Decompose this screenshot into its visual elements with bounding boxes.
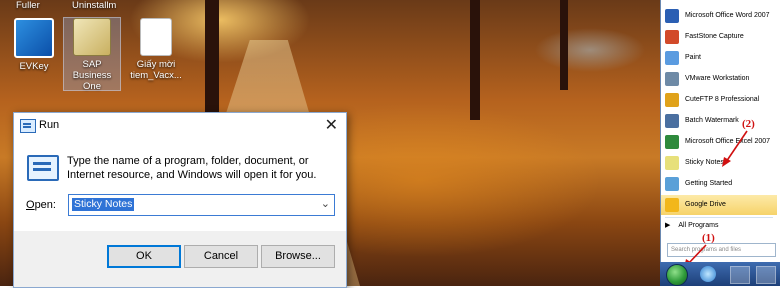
desktop-icon-label: Giấy mời tiem_Vacx... — [130, 59, 182, 81]
start-menu-item-label: Google Drive — [685, 201, 726, 208]
evkey-icon — [14, 18, 54, 58]
desktop-icon-sap-business-one[interactable]: SAP Business One — [63, 17, 121, 92]
all-programs-label: All Programs — [678, 222, 719, 229]
taskbar-app-icon[interactable] — [756, 266, 776, 284]
start-menu-item-vmware[interactable]: VMware Workstation — [661, 69, 777, 89]
internet-explorer-icon[interactable] — [700, 266, 716, 282]
document-icon — [140, 18, 172, 56]
getting-started-icon — [665, 177, 679, 191]
faststone-icon — [665, 30, 679, 44]
wallpaper-tree — [470, 0, 480, 120]
start-menu-item-label: Paint — [685, 54, 701, 61]
excel-icon — [665, 135, 679, 149]
open-label: Open: — [26, 199, 56, 211]
run-title: Run — [39, 119, 60, 131]
all-programs-button[interactable]: ▶ All Programs — [665, 221, 718, 229]
start-menu-item-sticky-notes[interactable]: Sticky Notes — [661, 153, 777, 173]
run-description: Type the name of a program, folder, docu… — [67, 155, 317, 181]
taskbar — [660, 262, 780, 286]
run-icon — [20, 119, 36, 133]
open-label-mnemonic: O — [26, 199, 35, 211]
ok-button[interactable]: OK — [107, 245, 181, 268]
google-drive-icon — [665, 198, 679, 212]
open-label-text: pen: — [34, 199, 56, 211]
start-menu-item-label: FastStone Capture — [685, 33, 744, 40]
start-menu-item-paint[interactable]: Paint — [661, 48, 777, 68]
start-menu: Microsoft Office Word 2007 FastStone Cap… — [660, 0, 780, 262]
annotation-2: (2) — [742, 118, 755, 130]
start-menu-item-getting-started[interactable]: Getting Started — [661, 174, 777, 194]
start-menu-item-excel[interactable]: Microsoft Office Excel 2007 — [661, 132, 777, 152]
start-menu-item-cuteftp[interactable]: CuteFTP 8 Professional — [661, 90, 777, 110]
browse-button[interactable]: Browse... — [261, 245, 335, 268]
sticky-notes-icon — [665, 156, 679, 170]
vmware-icon — [665, 72, 679, 86]
open-combobox[interactable]: Sticky Notes ⌄ — [68, 194, 335, 216]
desktop-icon-label: SAP Business One — [72, 59, 112, 92]
open-input-value[interactable]: Sticky Notes — [72, 198, 135, 211]
start-menu-item-google-drive[interactable]: Google Drive — [661, 195, 777, 215]
start-menu-item-word[interactable]: Microsoft Office Word 2007 — [661, 6, 777, 26]
desktop-icon-label-cutoff: Uninstallm — [72, 0, 117, 11]
annotation-1: (1) — [702, 232, 715, 244]
start-menu-item-faststone[interactable]: FastStone Capture — [661, 27, 777, 47]
start-orb-icon[interactable] — [666, 264, 688, 286]
start-search-input[interactable]: Search programs and files — [667, 243, 776, 257]
wallpaper-tree — [560, 0, 568, 90]
start-menu-item-label: Getting Started — [685, 180, 733, 187]
run-program-icon — [27, 155, 59, 181]
start-menu-item-label: Microsoft Office Excel 2007 — [685, 138, 771, 145]
paint-icon — [665, 51, 679, 65]
desktop-icon-giay-moi[interactable]: Giấy mời tiem_Vacx... — [128, 18, 184, 81]
run-titlebar[interactable]: Run ✕ — [14, 113, 346, 139]
desktop-icon-label: EVKey — [19, 61, 49, 72]
start-menu-item-label: CuteFTP 8 Professional — [685, 96, 760, 103]
chevron-down-icon[interactable]: ⌄ — [321, 197, 330, 210]
start-menu-item-label: Microsoft Office Word 2007 — [685, 12, 770, 19]
start-menu-item-batch-watermark[interactable]: Batch Watermark — [661, 111, 777, 131]
close-icon[interactable]: ✕ — [325, 115, 338, 135]
chevron-right-icon: ▶ — [665, 222, 671, 229]
start-menu-item-label: Batch Watermark — [685, 117, 739, 124]
desktop-icon-evkey[interactable]: EVKey — [6, 18, 62, 72]
start-menu-divider — [665, 217, 773, 218]
desktop-icon-label-cutoff: Fuller — [16, 0, 40, 11]
cuteftp-icon — [665, 93, 679, 107]
run-dialog: Run ✕ Type the name of a program, folder… — [13, 112, 347, 288]
watermark-icon — [665, 114, 679, 128]
wallpaper-tree — [205, 0, 219, 120]
sap-business-one-icon — [73, 18, 111, 56]
start-menu-item-label: Sticky Notes — [685, 159, 724, 166]
taskbar-app-icon[interactable] — [730, 266, 750, 284]
start-menu-item-label: VMware Workstation — [685, 75, 750, 82]
word-icon — [665, 9, 679, 23]
cancel-button[interactable]: Cancel — [184, 245, 258, 268]
